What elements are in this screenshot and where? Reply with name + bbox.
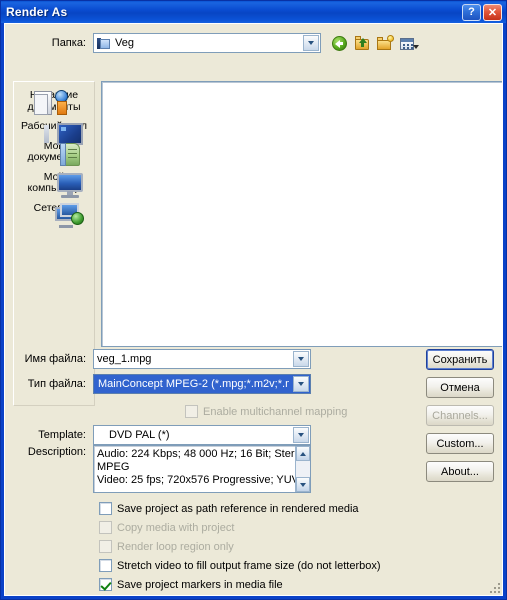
option-render-loop-region-only: Render loop region only [99, 538, 381, 555]
look-in-label: Папка: [51, 37, 86, 49]
description-label: Description: [27, 446, 86, 458]
checkbox[interactable] [99, 559, 112, 572]
chevron-down-icon[interactable] [303, 35, 319, 51]
description-line: MPEG [97, 461, 130, 473]
option-label: Render loop region only [117, 540, 234, 553]
place-my-computer[interactable]: Мой компьютер [14, 168, 94, 199]
custom-button[interactable]: Custom... [426, 433, 494, 454]
file-type-value: MainConcept MPEG-2 (*.mpg;*.m2v;*.m2t;*.… [96, 377, 289, 391]
place-desktop[interactable]: Рабочий стол [14, 117, 94, 145]
option-label: Stretch video to fill output frame size … [117, 559, 381, 572]
window-title: Render As [6, 5, 68, 19]
file-type-label: Тип файла: [27, 378, 86, 390]
checkbox[interactable] [99, 578, 112, 591]
place-network[interactable]: Сетевое [14, 199, 94, 228]
checkbox [99, 540, 112, 553]
scroll-down-icon[interactable] [296, 477, 310, 492]
file-type-combo[interactable]: MainConcept MPEG-2 (*.mpg;*.m2v;*.m2t;*.… [93, 374, 311, 394]
option-stretch-video-fill-frame[interactable]: Stretch video to fill output frame size … [99, 557, 381, 574]
chevron-down-icon[interactable] [293, 351, 309, 367]
multichannel-row: Enable multichannel mapping [93, 403, 347, 420]
close-icon[interactable]: ✕ [483, 3, 502, 21]
look-in-value: Veg [115, 37, 134, 49]
description-scrollbar[interactable] [295, 446, 310, 492]
template-row: Template: DVD PAL (*) [5, 425, 311, 445]
dialog-toolbar [331, 34, 419, 52]
channels-button: Channels... [426, 405, 494, 426]
render-as-dialog: Render As ? ✕ Папка: Veg Недавние докуме… [0, 0, 507, 600]
template-value: DVD PAL (*) [109, 429, 170, 441]
look-in-row: Папка: Veg [5, 32, 502, 54]
file-name-row: Имя файла: veg_1.mpg [5, 349, 311, 369]
render-options-list: Save project as path reference in render… [99, 500, 381, 596]
views-icon[interactable] [400, 35, 419, 52]
scroll-up-icon[interactable] [296, 446, 310, 461]
chevron-down-icon[interactable] [293, 376, 309, 392]
look-in-combo[interactable]: Veg [93, 33, 321, 53]
option-render-networked-computers[interactable]: Render using networked computers [99, 595, 381, 596]
description-box[interactable]: Audio: 224 Kbps; 48 000 Hz; 16 Bit; Ster… [93, 445, 311, 493]
checkbox [99, 521, 112, 534]
file-list[interactable] [101, 81, 502, 347]
option-label: Copy media with project [117, 521, 235, 534]
place-label: Недавние документы [27, 89, 81, 113]
help-button[interactable]: ? [462, 3, 481, 21]
option-copy-media-with-project: Copy media with project [99, 519, 381, 536]
up-one-level-icon[interactable] [354, 35, 372, 52]
file-name-input[interactable]: veg_1.mpg [93, 349, 311, 369]
option-save-project-path-reference[interactable]: Save project as path reference in render… [99, 500, 381, 517]
title-bar[interactable]: Render As ? ✕ [1, 1, 506, 23]
folder-icon [97, 37, 110, 49]
back-icon[interactable] [331, 35, 349, 52]
cancel-button[interactable]: Отмена [426, 377, 494, 398]
description-row: Description: Audio: 224 Kbps; 48 000 Hz;… [5, 445, 311, 493]
file-name-label: Имя файла: [24, 353, 86, 365]
option-label: Save project markers in media file [117, 578, 283, 591]
about-button[interactable]: About... [426, 461, 494, 482]
new-folder-icon[interactable] [377, 34, 395, 52]
option-label: Save project as path reference in render… [117, 502, 359, 515]
checkbox[interactable] [99, 502, 112, 515]
description-line: Audio: 224 Kbps; 48 000 Hz; 16 Bit; Ster… [97, 448, 310, 460]
multichannel-checkbox [185, 405, 198, 418]
option-save-project-markers[interactable]: Save project markers in media file [99, 576, 381, 593]
template-label: Template: [38, 429, 86, 441]
file-type-row: Тип файла: MainConcept MPEG-2 (*.mpg;*.m… [5, 374, 311, 394]
template-combo[interactable]: DVD PAL (*) [93, 425, 311, 445]
file-name-value: veg_1.mpg [97, 353, 152, 365]
description-line: Video: 25 fps; 720x576 Progressive; YUV;… [97, 474, 311, 486]
save-button[interactable]: Сохранить [426, 349, 494, 370]
scroll-track[interactable] [296, 461, 310, 477]
dialog-buttons: Сохранить Отмена Channels... Custom... A… [426, 349, 494, 482]
resize-grip[interactable] [488, 581, 500, 593]
multichannel-label: Enable multichannel mapping [203, 405, 348, 418]
dialog-client-area: Папка: Veg Недавние документы Рабочий ст… [4, 23, 503, 596]
window-controls: ? ✕ [462, 3, 504, 21]
chevron-down-icon[interactable] [293, 427, 309, 443]
place-recent-documents[interactable]: Недавние документы [14, 86, 94, 117]
